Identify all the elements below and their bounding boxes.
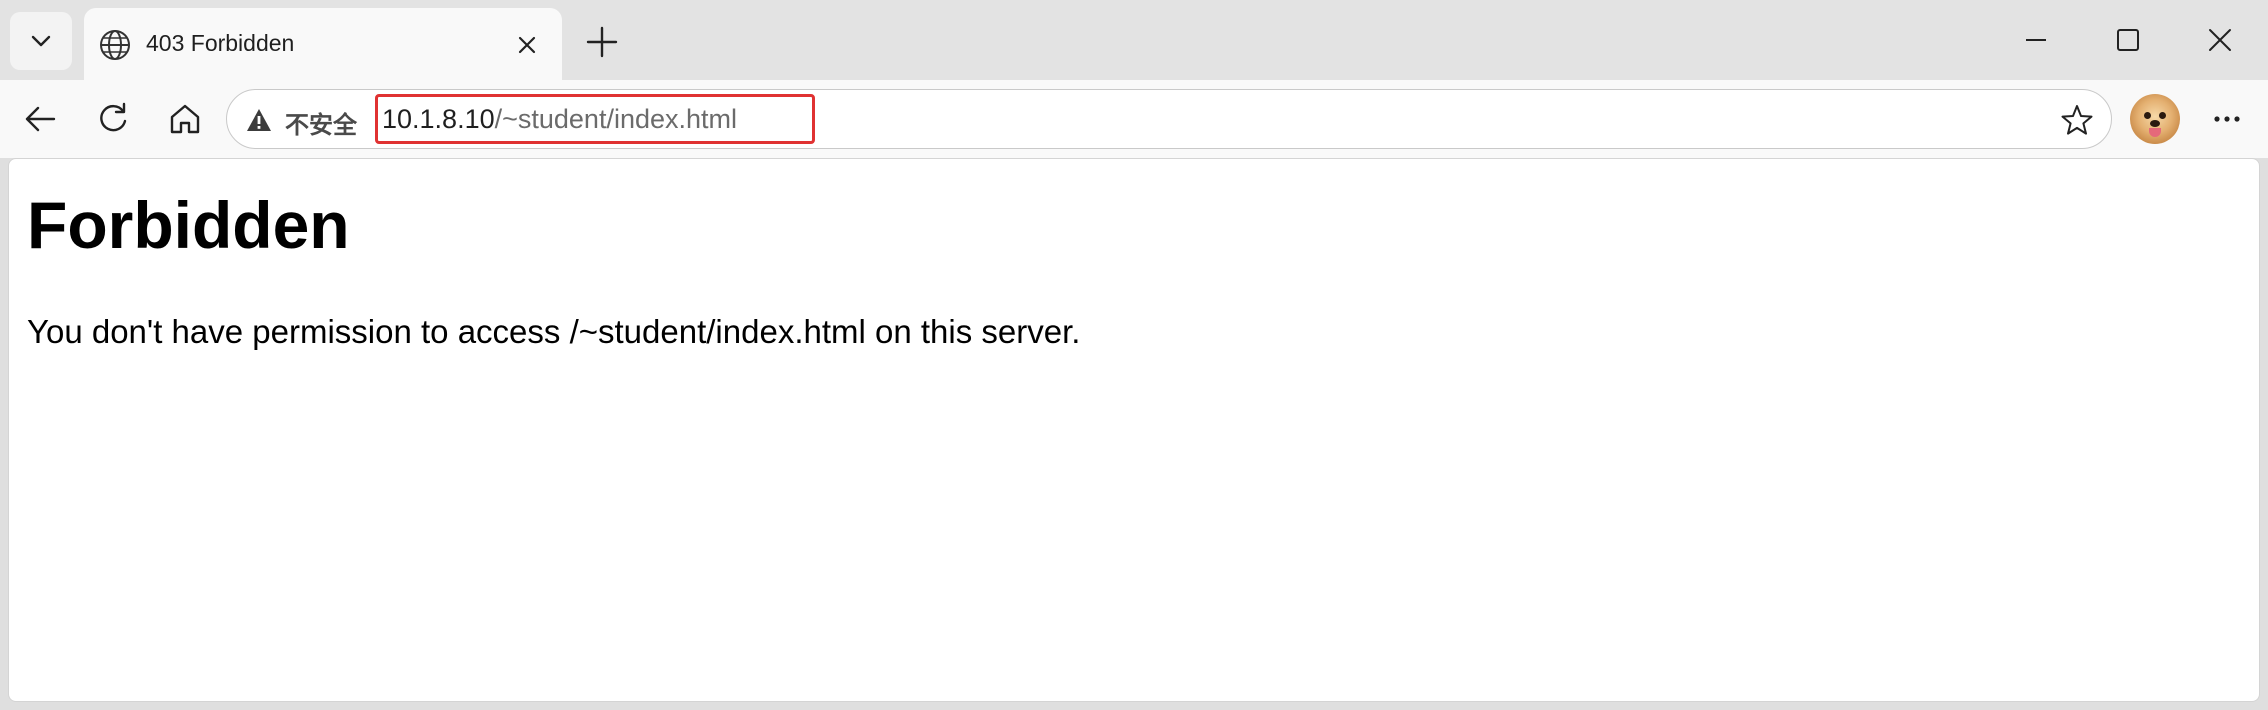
star-icon[interactable] <box>2059 102 2095 138</box>
avatar-eye <box>2159 112 2166 119</box>
url-highlight[interactable]: 10.1.8.10/~student/index.html <box>375 94 815 144</box>
window-close-icon[interactable] <box>2200 20 2240 60</box>
page-content: Forbidden You don't have permission to a… <box>8 158 2260 702</box>
new-tab-button[interactable] <box>582 22 622 62</box>
warning-icon[interactable] <box>245 106 273 134</box>
tab-strip: 403 Forbidden <box>0 0 2268 80</box>
avatar-tongue <box>2149 128 2161 137</box>
globe-icon <box>100 30 130 60</box>
error-message: You don't have permission to access /~st… <box>27 313 1081 350</box>
back-arrow-icon[interactable] <box>20 98 62 140</box>
toolbar: 不安全 10.1.8.10/~student/index.html <box>0 80 2268 158</box>
browser-window: 403 Forbidden 不安全 10.1.8.10 /~student/in… <box>0 0 2268 710</box>
reload-icon[interactable] <box>92 98 134 140</box>
avatar-nose <box>2150 120 2160 127</box>
more-icon[interactable] <box>2206 98 2248 140</box>
address-bar[interactable]: 不安全 10.1.8.10/~student/index.html <box>226 89 2112 149</box>
page-title: Forbidden <box>27 188 350 262</box>
url-host: 10.1.8.10 <box>382 103 495 134</box>
chevron-down-icon <box>31 35 51 47</box>
avatar[interactable] <box>2130 94 2180 144</box>
tab-title: 403 Forbidden <box>146 30 295 56</box>
tab-list-button[interactable] <box>10 12 72 70</box>
maximize-icon[interactable] <box>2108 20 2148 60</box>
close-icon[interactable] <box>512 30 542 60</box>
home-icon[interactable] <box>164 98 206 140</box>
minimize-icon[interactable] <box>2016 20 2056 60</box>
tab-active[interactable]: 403 Forbidden <box>84 8 562 80</box>
url-path: /~student/index.html <box>494 103 738 134</box>
avatar-eye <box>2144 112 2151 119</box>
security-label[interactable]: 不安全 <box>285 105 357 140</box>
